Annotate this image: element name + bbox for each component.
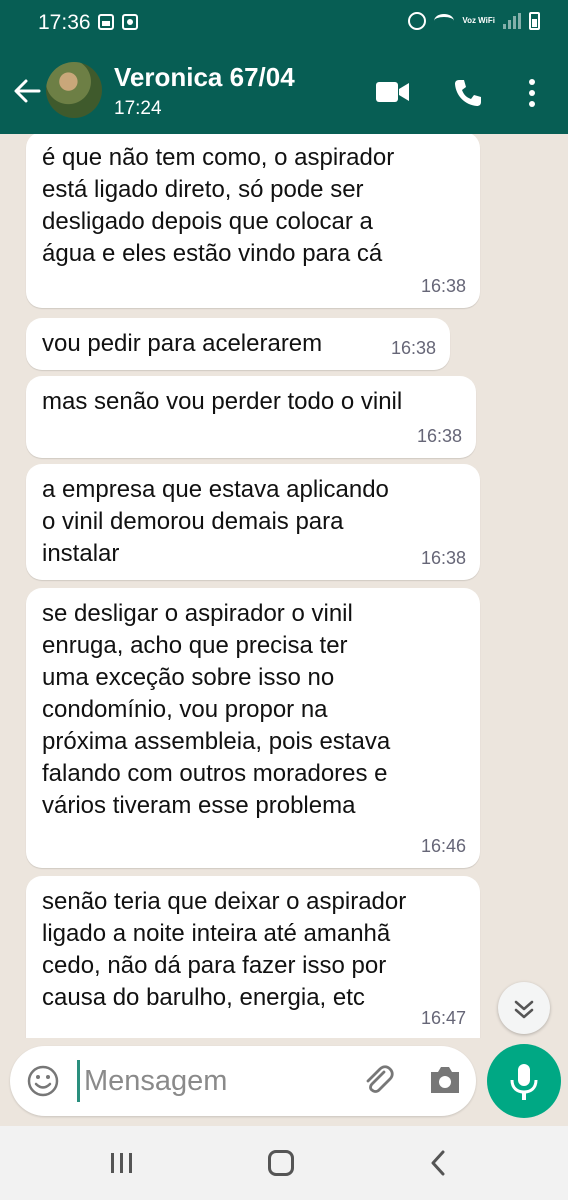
signal-icon <box>503 13 521 29</box>
camera-icon[interactable] <box>428 1064 462 1096</box>
text-cursor <box>77 1060 80 1102</box>
message-bubble[interactable]: é que não tem como, o aspirador está lig… <box>26 134 480 308</box>
home-icon[interactable] <box>268 1150 294 1176</box>
gallery-icon <box>98 14 114 30</box>
contact-name[interactable]: Veronica 67/04 <box>114 62 295 93</box>
mic-button[interactable] <box>487 1044 561 1118</box>
emoji-icon[interactable] <box>26 1064 60 1098</box>
message-text: é que não tem como, o aspirador está lig… <box>42 144 395 267</box>
avatar[interactable] <box>46 62 102 118</box>
message-time: 16:46 <box>420 836 466 856</box>
message-text: se desligar o aspirador o vinil enruga, … <box>42 600 391 819</box>
alarm-icon <box>408 12 427 30</box>
message-bubble[interactable]: senão teria que deixar o aspirador ligad… <box>26 876 480 1038</box>
back-arrow-icon[interactable] <box>12 76 42 106</box>
message-bubble[interactable]: vou pedir para acelerarem 16:38 <box>26 318 450 370</box>
status-time: 17:36 <box>38 11 91 34</box>
mic-icon <box>510 1064 538 1100</box>
contact-status: 17:24 <box>114 98 162 119</box>
attach-icon[interactable] <box>360 1062 396 1098</box>
chevron-down-icon <box>514 1000 534 1019</box>
battery-icon <box>529 12 540 30</box>
phone-call-icon[interactable] <box>453 78 483 108</box>
chat-area[interactable]: é que não tem como, o aspirador está lig… <box>0 134 568 1038</box>
message-time: 16:38 <box>390 338 436 358</box>
video-call-icon[interactable] <box>376 81 410 103</box>
message-bubble[interactable]: mas senão vou perder todo o vinil 16:38 <box>26 376 476 458</box>
message-time: 16:47 <box>420 1008 466 1028</box>
status-bar: 17:36 Voz WiFi <box>0 0 568 46</box>
message-composer <box>10 1046 476 1116</box>
message-time: 16:38 <box>416 426 462 446</box>
network-label: Voz WiFi <box>462 16 495 25</box>
recent-apps-icon[interactable] <box>108 1152 136 1174</box>
message-text: mas senão vou perder todo o vinil <box>42 388 403 415</box>
scroll-to-bottom-button[interactable] <box>498 982 550 1034</box>
more-options-icon[interactable] <box>526 78 538 108</box>
wifi-icon <box>434 14 455 28</box>
message-input[interactable] <box>84 1058 344 1104</box>
message-bubble[interactable]: a empresa que estava aplicando o vinil d… <box>26 464 480 580</box>
system-navigation-bar <box>0 1126 568 1200</box>
message-text: senão teria que deixar o aspirador ligad… <box>42 888 407 1011</box>
message-bubble[interactable]: se desligar o aspirador o vinil enruga, … <box>26 588 480 868</box>
chat-header: Veronica 67/04 17:24 <box>0 46 568 134</box>
screen-record-icon <box>122 14 138 30</box>
message-text: vou pedir para acelerarem <box>42 330 323 357</box>
message-text: a empresa que estava aplicando o vinil d… <box>42 476 389 567</box>
message-time: 16:38 <box>420 548 466 568</box>
nav-back-icon[interactable] <box>428 1150 448 1176</box>
message-time: 16:38 <box>420 276 466 296</box>
